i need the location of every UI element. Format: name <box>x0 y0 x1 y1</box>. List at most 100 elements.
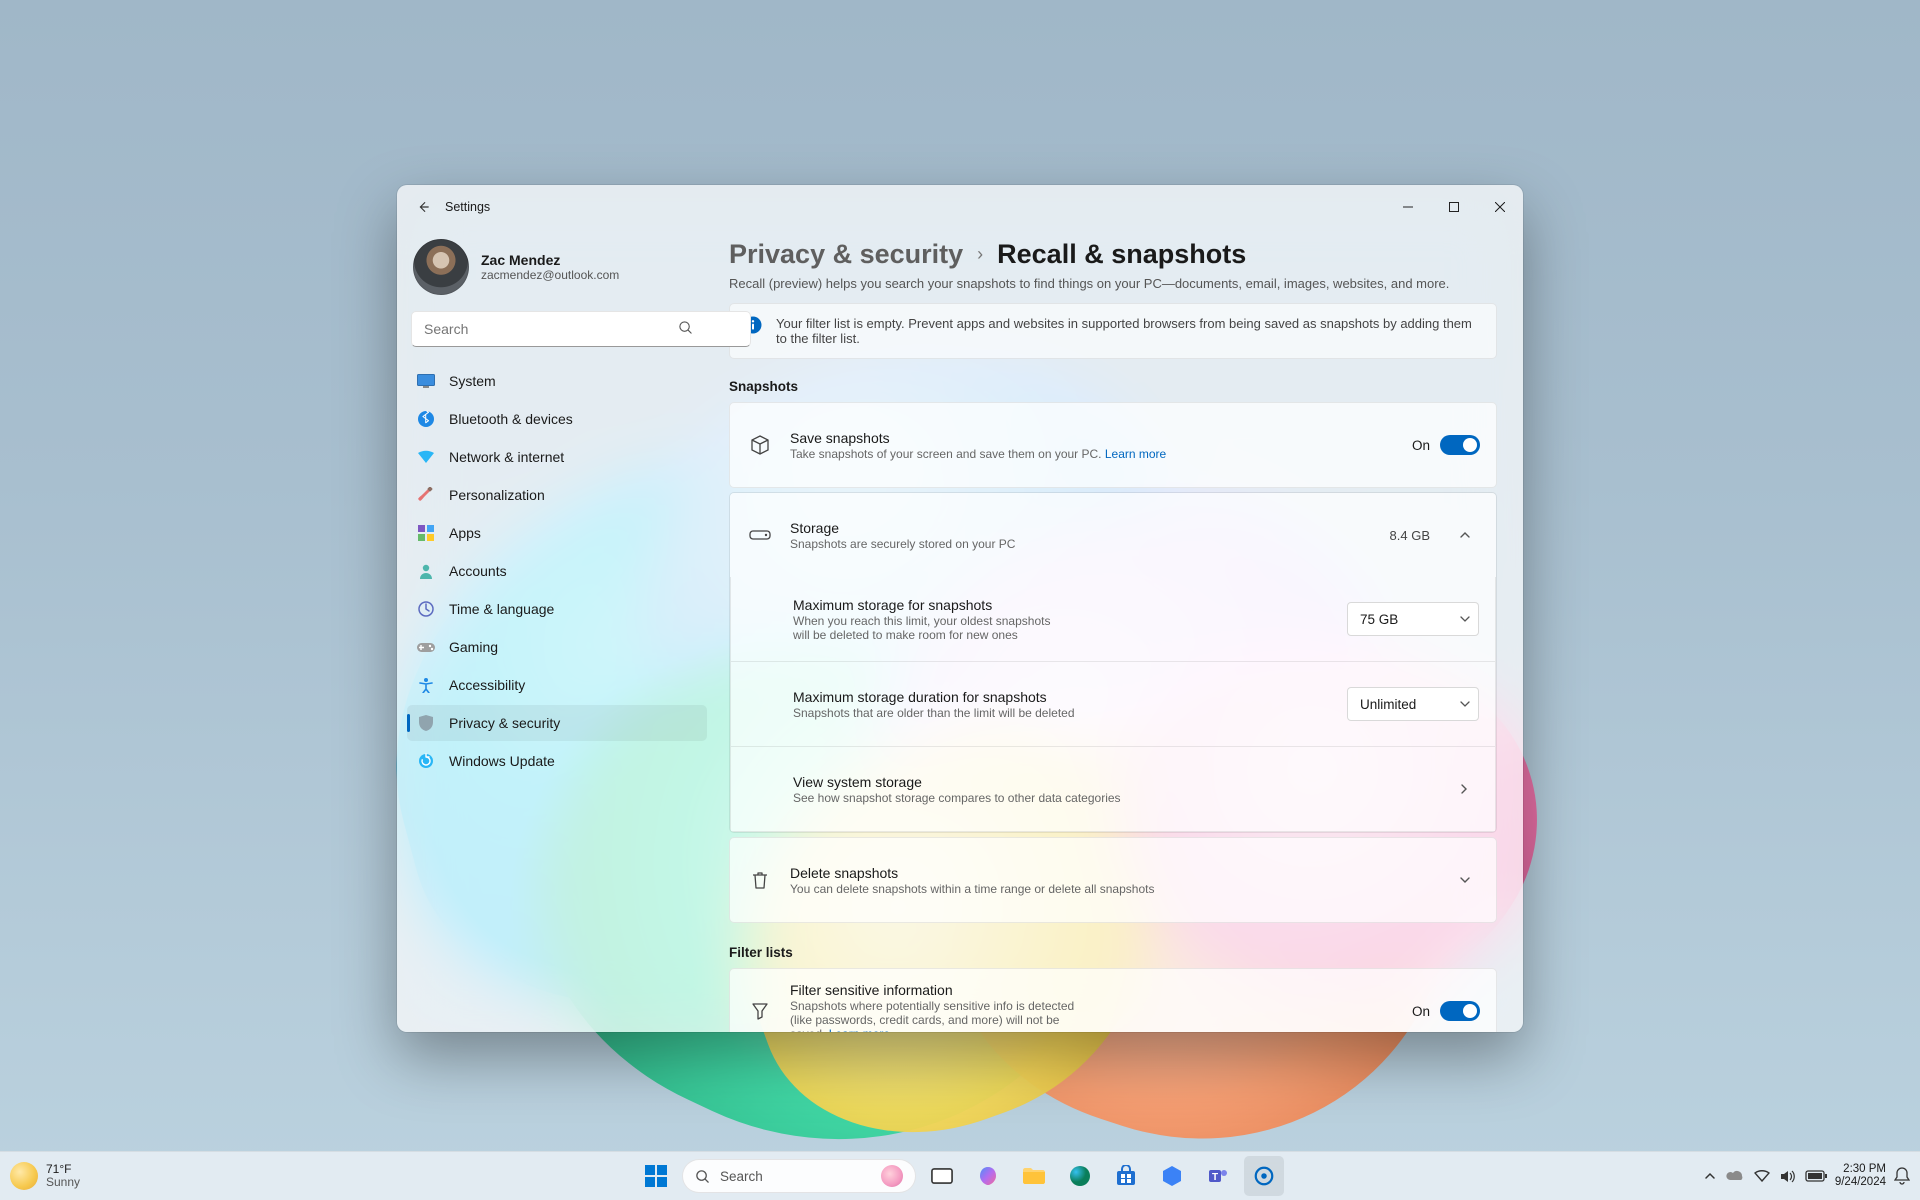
filter-sensitive-card: Filter sensitive information Snapshots w… <box>729 968 1497 1032</box>
sidebar-item-system[interactable]: System <box>407 363 707 399</box>
svg-text:T: T <box>1212 1172 1218 1183</box>
store-icon <box>1115 1165 1137 1187</box>
trash-icon <box>746 870 774 890</box>
sidebar-item-label: Accounts <box>449 563 507 579</box>
gamepad-icon <box>417 638 435 656</box>
learn-more-link[interactable]: Learn more <box>1105 447 1166 461</box>
start-button[interactable] <box>636 1156 676 1196</box>
minimize-button[interactable] <box>1385 191 1431 223</box>
taskbar-search-label: Search <box>720 1169 763 1184</box>
sidebar: Zac Mendez zacmendez@outlook.com System … <box>397 229 717 1032</box>
edge-button[interactable] <box>1060 1156 1100 1196</box>
sun-icon <box>10 1162 38 1190</box>
weather-cond: Sunny <box>46 1176 80 1189</box>
word-button[interactable] <box>1152 1156 1192 1196</box>
search-icon <box>678 320 693 335</box>
close-button[interactable] <box>1477 191 1523 223</box>
sidebar-item-windows-update[interactable]: Windows Update <box>407 743 707 779</box>
taskbar[interactable]: 71°F Sunny Search T <box>0 1151 1920 1200</box>
sidebar-item-time-language[interactable]: Time & language <box>407 591 707 627</box>
paintbrush-icon <box>417 486 435 504</box>
windows-icon <box>645 1165 667 1187</box>
folder-icon <box>1022 1166 1046 1186</box>
save-snapshots-toggle[interactable] <box>1440 435 1480 455</box>
store-button[interactable] <box>1106 1156 1146 1196</box>
maximize-button[interactable] <box>1431 191 1477 223</box>
sidebar-item-label: System <box>449 373 496 389</box>
speaker-icon[interactable] <box>1780 1170 1795 1183</box>
breadcrumb: Privacy & security › Recall & snapshots <box>729 239 1497 270</box>
delete-snapshots-card[interactable]: Delete snapshots You can delete snapshot… <box>729 837 1497 923</box>
storage-value: 8.4 GB <box>1390 528 1430 543</box>
content: Privacy & security › Recall & snapshots … <box>717 229 1523 1032</box>
notifications-icon[interactable] <box>1894 1167 1910 1185</box>
max-storage-select[interactable]: 75 GB <box>1347 602 1479 636</box>
max-duration-row: Maximum storage duration for snapshots S… <box>731 662 1495 746</box>
filter-title: Filter sensitive information <box>790 982 1085 998</box>
sidebar-item-label: Accessibility <box>449 677 525 693</box>
storage-expander: Storage Snapshots are securely stored on… <box>729 492 1497 833</box>
titlebar[interactable]: Settings <box>397 185 1523 229</box>
teams-button[interactable]: T <box>1198 1156 1238 1196</box>
taskbar-center: Search T <box>636 1156 1284 1196</box>
chevron-down-icon <box>1450 865 1480 895</box>
max-duration-select[interactable]: Unlimited <box>1347 687 1479 721</box>
copilot-button[interactable] <box>968 1156 1008 1196</box>
settings-taskbar-button[interactable] <box>1244 1156 1284 1196</box>
learn-more-link[interactable]: Learn more <box>829 1027 890 1033</box>
sidebar-item-label: Apps <box>449 525 481 541</box>
edge-icon <box>1069 1165 1091 1187</box>
sys-storage-title: View system storage <box>793 774 1433 790</box>
sidebar-item-network[interactable]: Network & internet <box>407 439 707 475</box>
app-icon <box>1161 1165 1183 1187</box>
sidebar-item-personalization[interactable]: Personalization <box>407 477 707 513</box>
sidebar-item-accounts[interactable]: Accounts <box>407 553 707 589</box>
section-header-filter: Filter lists <box>729 945 1497 960</box>
view-system-storage-row[interactable]: View system storage See how snapshot sto… <box>731 747 1495 831</box>
sidebar-item-accessibility[interactable]: Accessibility <box>407 667 707 703</box>
max-duration-title: Maximum storage duration for snapshots <box>793 689 1331 705</box>
sidebar-item-gaming[interactable]: Gaming <box>407 629 707 665</box>
filter-sensitive-toggle[interactable] <box>1440 1001 1480 1021</box>
taskbar-weather[interactable]: 71°F Sunny <box>10 1162 80 1190</box>
explorer-button[interactable] <box>1014 1156 1054 1196</box>
max-storage-row: Maximum storage for snapshots When you r… <box>731 577 1495 661</box>
window-title: Settings <box>445 200 490 214</box>
sidebar-item-label: Network & internet <box>449 449 564 465</box>
storage-icon <box>746 528 774 542</box>
battery-icon[interactable] <box>1805 1170 1827 1182</box>
toggle-label: On <box>1412 1004 1430 1019</box>
clock-globe-icon <box>417 600 435 618</box>
bluetooth-icon <box>417 410 435 428</box>
profile[interactable]: Zac Mendez zacmendez@outlook.com <box>407 233 707 309</box>
back-button[interactable] <box>405 189 441 225</box>
onedrive-icon[interactable] <box>1726 1170 1744 1182</box>
select-value: 75 GB <box>1360 612 1398 627</box>
storage-title: Storage <box>790 520 1374 536</box>
search-icon <box>695 1169 710 1184</box>
sidebar-item-bluetooth[interactable]: Bluetooth & devices <box>407 401 707 437</box>
storage-header-row[interactable]: Storage Snapshots are securely stored on… <box>730 493 1496 577</box>
sidebar-item-apps[interactable]: Apps <box>407 515 707 551</box>
taskbar-clock[interactable]: 2:30 PM 9/24/2024 <box>1835 1163 1886 1189</box>
search-input[interactable] <box>411 311 751 347</box>
breadcrumb-parent[interactable]: Privacy & security <box>729 239 963 270</box>
clock-time: 2:30 PM <box>1835 1163 1886 1176</box>
chevron-up-icon[interactable] <box>1704 1170 1716 1182</box>
taskbar-search[interactable]: Search <box>682 1159 916 1193</box>
storage-sub: Snapshots are securely stored on your PC <box>790 537 1374 551</box>
chevron-up-icon <box>1450 520 1480 550</box>
profile-name: Zac Mendez <box>481 252 619 268</box>
task-view-button[interactable] <box>922 1156 962 1196</box>
wifi-tray-icon[interactable] <box>1754 1170 1770 1182</box>
delete-sub: You can delete snapshots within a time r… <box>790 882 1434 896</box>
page-title: Recall & snapshots <box>997 239 1246 270</box>
tray[interactable] <box>1704 1170 1827 1183</box>
sidebar-item-privacy-security[interactable]: Privacy & security <box>407 705 707 741</box>
search-box[interactable] <box>411 311 703 347</box>
info-text: Your filter list is empty. Prevent apps … <box>776 316 1482 346</box>
apps-icon <box>417 524 435 542</box>
info-banner: Your filter list is empty. Prevent apps … <box>729 303 1497 359</box>
sidebar-item-label: Bluetooth & devices <box>449 411 573 427</box>
page-description: Recall (preview) helps you search your s… <box>729 276 1497 291</box>
